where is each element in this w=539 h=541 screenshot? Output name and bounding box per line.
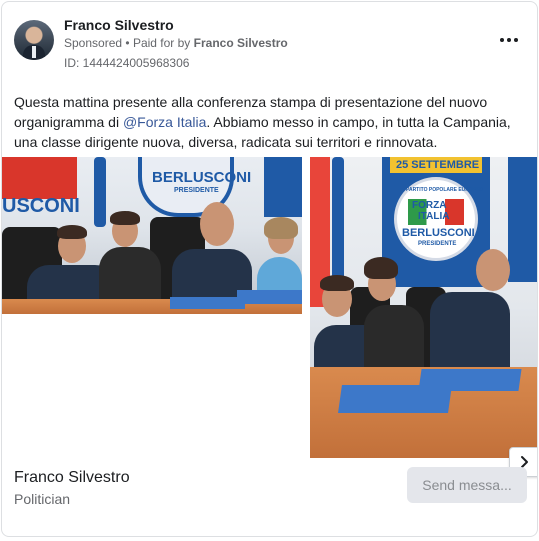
sponsored-line: Sponsored • Paid for by Franco Silvestro bbox=[64, 36, 288, 50]
paid-for-prefix: Paid for by bbox=[132, 36, 191, 50]
image1-left-banner-text: USCONI bbox=[2, 195, 80, 217]
paid-for-name: Franco Silvestro bbox=[193, 36, 288, 50]
page-category: Politician bbox=[14, 491, 71, 507]
image2-banner-sub: PRESIDENTE bbox=[418, 241, 457, 247]
more-options-button[interactable] bbox=[497, 32, 521, 48]
image1-banner-text: BERLUSCONI bbox=[152, 169, 252, 186]
ad-id: ID: 1444424005968306 bbox=[64, 56, 190, 70]
sponsored-label: Sponsored bbox=[64, 36, 123, 50]
image2-banner-arc: PARTITO POPOLARE EUROPEO bbox=[406, 187, 484, 193]
media-carousel: USCONI BERLUSCONI PRESIDENTE 25 SETTEMBR… bbox=[2, 157, 537, 477]
post-header: Franco Silvestro Sponsored • Paid for by… bbox=[14, 16, 525, 72]
send-message-button[interactable]: Send messa... bbox=[407, 467, 527, 503]
more-dot-icon bbox=[514, 38, 518, 42]
forza-italia-mention-link[interactable]: @Forza Italia bbox=[123, 114, 206, 130]
image2-party-top: FORZA bbox=[412, 200, 447, 211]
image2-banner-text: BERLUSCONI bbox=[402, 227, 475, 239]
more-dot-icon bbox=[500, 38, 504, 42]
image1-banner-sub: PRESIDENTE bbox=[174, 187, 219, 194]
image2-banner-date: 25 SETTEMBRE bbox=[396, 159, 480, 171]
author-name[interactable]: Franco Silvestro bbox=[64, 17, 174, 33]
author-avatar[interactable] bbox=[14, 20, 54, 60]
image2-party-bottom: ITALIA bbox=[418, 211, 450, 222]
separator-dot: • bbox=[125, 36, 130, 50]
post-text: Questa mattina presente alla conferenza … bbox=[14, 92, 514, 152]
page-name[interactable]: Franco Silvestro bbox=[14, 469, 130, 487]
carousel-image-1[interactable]: USCONI BERLUSCONI PRESIDENTE bbox=[2, 157, 302, 314]
sponsored-post-card: Franco Silvestro Sponsored • Paid for by… bbox=[1, 1, 538, 537]
more-dot-icon bbox=[507, 38, 511, 42]
carousel-image-2[interactable]: 25 SETTEMBRE PARTITO POPOLARE EUROPEO FO… bbox=[310, 157, 537, 458]
